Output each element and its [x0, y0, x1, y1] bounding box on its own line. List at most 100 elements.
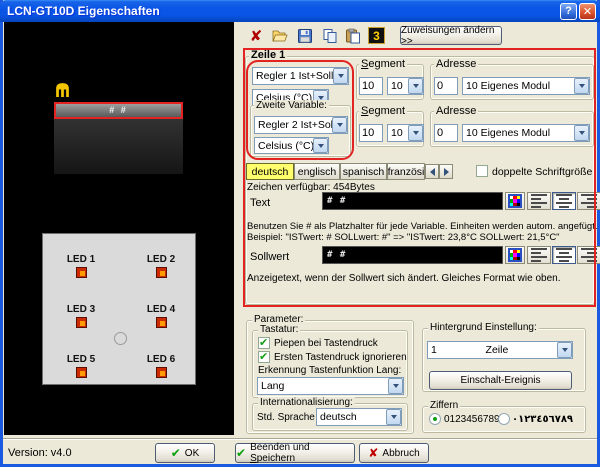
tab-deutsch[interactable]: deutsch: [246, 163, 294, 180]
ok-button[interactable]: ✔OK: [155, 443, 215, 463]
std-sprache-select[interactable]: deutsch: [316, 408, 402, 426]
erkennung-label: Erkennung Tastenfunktion Lang:: [258, 365, 401, 376]
double-font-label: doppelte Schriftgröße: [492, 166, 592, 178]
text-align-right-button[interactable]: [577, 192, 600, 210]
sollwert-hint: Anzeigetext, wenn der Sollwert sich ände…: [247, 273, 561, 284]
sollwert-input[interactable]: # #: [322, 246, 503, 264]
open-folder-icon[interactable]: [271, 27, 289, 45]
chevron-down-icon[interactable]: [386, 409, 401, 425]
ersten-tastendruck-checkbox[interactable]: [258, 351, 270, 363]
segment1-input[interactable]: [359, 77, 383, 95]
sollwert-align-center-button[interactable]: [552, 246, 576, 264]
chevron-down-icon[interactable]: [557, 342, 572, 358]
placeholder-hint-line1: Benutzen Sie # als Platzhalter für jede …: [247, 221, 598, 232]
hintergrund-select[interactable]: 1 Zeile: [427, 341, 573, 359]
copy-icon[interactable]: [321, 27, 339, 45]
ersten-tastendruck-label: Ersten Tastendruck ignorieren: [274, 352, 407, 363]
led-6: LED 6: [131, 354, 191, 383]
placeholder-hint-line2: Beispiel: "ISTwert: # SOLLwert: #" => "I…: [247, 232, 560, 243]
text-input[interactable]: # #: [322, 192, 503, 210]
sollwert-label: Sollwert: [250, 251, 289, 263]
led-indicator: [76, 317, 87, 328]
unit2-select[interactable]: Celsius (°C): [254, 137, 329, 154]
std-sprache-label: Std. Sprache: [257, 412, 315, 423]
close-button[interactable]: ✕: [579, 3, 596, 20]
check-icon: ✔: [171, 446, 181, 460]
chevron-down-icon[interactable]: [408, 78, 423, 94]
chevron-down-icon[interactable]: [574, 78, 589, 94]
einschalt-ereignis-button[interactable]: Einschalt-Ereignis: [429, 371, 572, 390]
tastatur-label: Tastatur:: [258, 324, 300, 335]
segment2-label: Segment: [359, 105, 407, 117]
segment1-select[interactable]: 10: [387, 77, 424, 95]
adresse1-label: Adresse: [434, 58, 478, 70]
display-3-icon[interactable]: 3: [368, 27, 385, 44]
led-5: LED 5: [51, 354, 111, 383]
paste-icon[interactable]: [344, 27, 362, 45]
chevron-down-icon[interactable]: [388, 378, 403, 394]
adresse1-input[interactable]: [434, 77, 458, 95]
x-icon: ✘: [368, 446, 378, 460]
adresse2-select[interactable]: 10 Eigenes Modul: [462, 124, 590, 142]
sollwert-align-left-button[interactable]: [527, 246, 551, 264]
led-indicator: [156, 267, 167, 278]
led-2: LED 2: [131, 254, 191, 283]
text-label: Text: [250, 197, 270, 209]
chevron-down-icon[interactable]: [333, 68, 348, 84]
chevron-down-icon[interactable]: [408, 125, 423, 141]
segment1-label: Segment: [359, 58, 407, 70]
led-1: LED 1: [51, 254, 111, 283]
ziffern-arabic-label: ٠١٢٣٤٥٦٧٨٩: [512, 414, 573, 425]
chevron-down-icon[interactable]: [332, 117, 347, 133]
adresse2-input[interactable]: [434, 124, 458, 142]
text-align-center-button[interactable]: [552, 192, 576, 210]
tab-englisch[interactable]: englisch: [294, 163, 340, 180]
ziffern-arabic-radio[interactable]: [498, 413, 510, 425]
variable1-select[interactable]: Regler 1 Ist+Sollwe: [252, 67, 349, 85]
tab-franzoesisch[interactable]: französi: [387, 163, 425, 180]
beenden-und-speichern-button[interactable]: ✔ Beenden und Speichern: [235, 443, 355, 463]
check-icon: ✔: [236, 446, 246, 460]
double-font-checkbox[interactable]: [476, 165, 488, 177]
title-bar[interactable]: LCN-GT10D Eigenschaften ? ✕: [0, 0, 600, 22]
led-indicator: [76, 367, 87, 378]
piepen-checkbox[interactable]: [258, 337, 270, 349]
abbruch-button[interactable]: ✘Abbruch: [359, 443, 429, 463]
lcd-display-preview: # #: [54, 102, 183, 174]
zweite-variable-label: Zweite Variable:: [254, 100, 329, 111]
display-line-1[interactable]: # #: [54, 102, 183, 119]
led-indicator: [156, 317, 167, 328]
led-indicator: [76, 267, 87, 278]
variable2-select[interactable]: Regler 2 Ist+Sollwer: [254, 116, 348, 134]
erkennung-select[interactable]: Lang: [257, 377, 404, 395]
chevron-down-icon[interactable]: [574, 125, 589, 141]
hintergrund-value-text: Zeile: [437, 344, 557, 356]
ziffern-western-radio[interactable]: [429, 413, 441, 425]
chevron-down-icon[interactable]: [313, 138, 328, 153]
zuweisungen-aendern-button[interactable]: Zuweisungen ändern >>: [400, 26, 502, 45]
display-body: [54, 119, 183, 174]
hintergrund-label: Hintergrund Einstellung:: [428, 322, 539, 333]
tab-scroll-left-icon[interactable]: [425, 164, 439, 179]
text-align-left-button[interactable]: [527, 192, 551, 210]
ziffern-label: Ziffern: [428, 400, 460, 411]
tab-spanisch[interactable]: spanisch: [340, 163, 387, 180]
save-icon[interactable]: [296, 27, 314, 45]
tab-scroll-right-icon[interactable]: [439, 164, 453, 179]
version-label: Version: v4.0: [8, 447, 72, 459]
segment2-input[interactable]: [359, 124, 383, 142]
adresse1-select[interactable]: 10 Eigenes Modul: [462, 77, 590, 95]
window-title: LCN-GT10D Eigenschaften: [7, 4, 558, 18]
sensor-hole: [114, 332, 127, 345]
segment2-select[interactable]: 10: [387, 124, 424, 142]
sollwert-color-picker-icon[interactable]: [505, 246, 525, 264]
text-color-picker-icon[interactable]: [505, 192, 525, 210]
delete-icon[interactable]: ✘: [247, 27, 265, 45]
internationalisierung-label: Internationalisierung:: [258, 397, 355, 408]
display-text: # #: [109, 105, 128, 115]
led-3: LED 3: [51, 304, 111, 333]
help-button[interactable]: ?: [560, 3, 577, 20]
sollwert-align-right-button[interactable]: [577, 246, 600, 264]
adresse2-label: Adresse: [434, 105, 478, 117]
piepen-label: Piepen bei Tastendruck: [274, 338, 378, 349]
